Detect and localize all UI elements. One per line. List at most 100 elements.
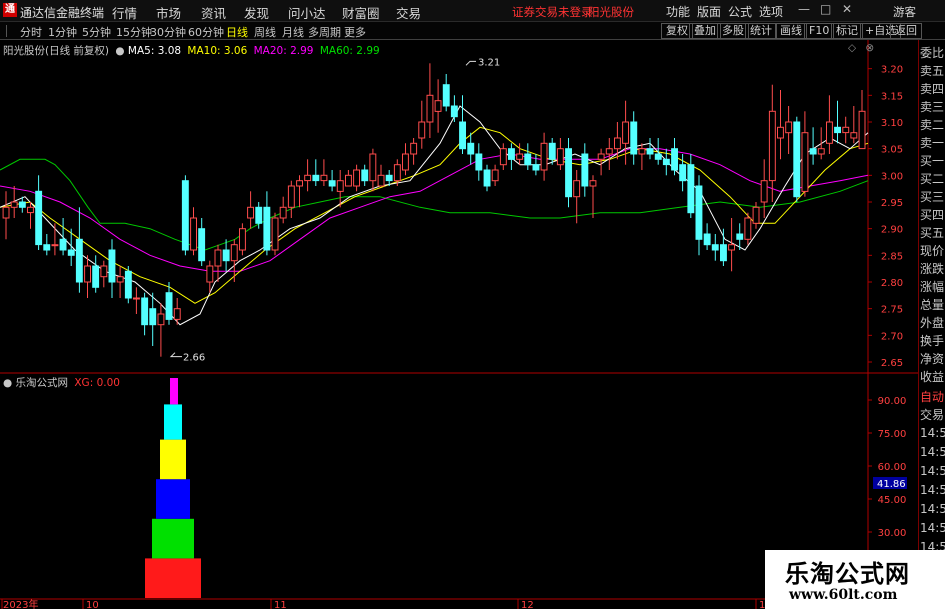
side-earnings: 收益 [920,370,945,384]
diamond-icon[interactable]: ◇ [848,42,856,54]
candle-body [92,265,100,288]
period-daily[interactable]: 日线 [226,24,248,40]
price-tick-label: 2.90 [881,225,903,236]
candle-body [679,164,687,182]
watermark-box: 乐淘公式网 www.60lt.com [765,550,945,609]
candle-body [801,132,809,192]
period-1min[interactable]: 1分钟 [48,24,77,40]
candle-body [467,142,475,155]
candle-body [516,153,524,160]
date-tick-label: 2023年 [3,598,38,609]
period-60min[interactable]: 60分钟 [188,24,224,40]
side-change-pct: 涨幅 [920,280,945,294]
tick-time: 14:56 [920,464,945,478]
candle-body [703,233,711,246]
menu-caifuquan[interactable]: 财富圈 [342,3,380,22]
candle-body [247,206,255,219]
settings-icon[interactable]: ● [115,45,124,57]
f10-button[interactable]: F10 [804,23,835,39]
menu-hangqing[interactable]: 行情 [112,3,137,22]
period-weekly[interactable]: 周线 [254,24,276,40]
period-more[interactable]: 更多 [344,24,366,40]
kline-chart[interactable]: 3.20 3.15 3.10 3.05 3.00 2.95 2.90 2.85 2.80 2.75… [0,40,918,609]
period-toolbar: 分时 1分钟 5分钟 15分钟 30分钟 60分钟 日线 周线 月线 多周期 更… [0,22,945,40]
candle-body [548,142,556,160]
maximize-icon[interactable]: □ [820,2,831,16]
side-buy2: 买二 [920,172,945,186]
candle-body [271,217,279,251]
price-tick-label: 2.75 [881,305,903,316]
candle-body [255,206,263,224]
side-change: 涨跌 [920,262,945,276]
candle-body [671,148,678,171]
candle-body [418,121,426,139]
minimize-icon[interactable]: — [798,2,810,16]
side-buy4: 买四 [920,208,945,222]
stock-title: 阳光股份(日线 前复权) [3,45,110,57]
candle-body [785,121,793,134]
candle-body [353,169,361,187]
side-trade[interactable]: 交易 [920,406,945,423]
period-30min[interactable]: 30分钟 [150,24,186,40]
settings-icon[interactable]: ● [3,377,12,389]
side-turnover: 换手 [920,334,945,348]
candle-body [222,249,230,262]
watermark-url: www.60lt.com [789,587,898,603]
period-15min[interactable]: 15分钟 [116,24,152,40]
menu-wenxiaoda[interactable]: 问小达 [288,3,326,22]
side-sell4: 卖四 [920,82,945,96]
period-multi[interactable]: 多周期 [308,24,341,40]
statistics-button[interactable]: 统计 [745,23,777,39]
guest-user[interactable]: 游客 [893,4,916,20]
candle-body [165,292,173,320]
back-button[interactable]: 返回 [890,23,922,39]
candle-body [279,206,287,219]
menu-xuanxiang[interactable]: 选项 [759,3,783,20]
candle-body [752,206,760,224]
menu-zixun[interactable]: 资讯 [201,3,226,22]
close-panel-icon[interactable]: ⊗ [865,42,874,54]
candle-body [393,164,401,182]
period-5min[interactable]: 5分钟 [82,24,111,40]
candle-body [230,244,238,262]
side-sell2: 卖二 [920,118,945,132]
menu-banmian[interactable]: 版面 [697,3,721,20]
low-price-label: 2.66 [183,353,205,364]
trade-login-warning[interactable]: 证券交易未登录 [512,4,593,20]
indicator-tick-label: 30.00 [878,528,907,539]
candle-body [646,148,654,155]
side-auto[interactable]: 自动 [920,388,945,405]
draw-line-button[interactable]: 画线 [775,23,807,39]
period-monthly[interactable]: 月线 [282,24,304,40]
tick-time: 14:56 [920,483,945,497]
candle-body [149,308,157,326]
candle-body [589,180,597,187]
period-fenshi[interactable]: 分时 [20,24,42,40]
candle-body [336,180,344,192]
indicator-tick-label: 75.00 [878,429,907,440]
menu-shichang[interactable]: 市场 [156,3,181,22]
close-icon[interactable]: ✕ [842,2,852,16]
menu-faxian[interactable]: 发现 [244,3,269,22]
mark-button[interactable]: 标记 [831,23,863,39]
menu-gongneng[interactable]: 功能 [666,3,690,20]
tick-time: 14:56 [920,445,945,459]
side-buy5: 买五 [920,226,945,240]
candle-body [27,206,34,214]
price-tick-label: 3.05 [881,145,903,156]
candle-body [450,105,458,118]
candle-body [263,206,271,251]
candle-body [597,153,605,160]
tower-segment [152,518,194,559]
candle-body [426,94,434,123]
quote-side-panel: 委比 卖五 卖四 卖三 卖二 卖一 买一 买二 买三 买四 买五 现价 涨跌 涨… [918,40,945,609]
candle-body [59,238,67,251]
candle-body [296,180,304,187]
candle-body [630,121,638,155]
menu-gongshi[interactable]: 公式 [728,3,752,20]
candle-body [475,153,483,171]
candle-body [442,84,450,107]
menu-jiaoyi[interactable]: 交易 [396,3,421,22]
candle-body [614,137,621,150]
candle-body [499,148,507,166]
